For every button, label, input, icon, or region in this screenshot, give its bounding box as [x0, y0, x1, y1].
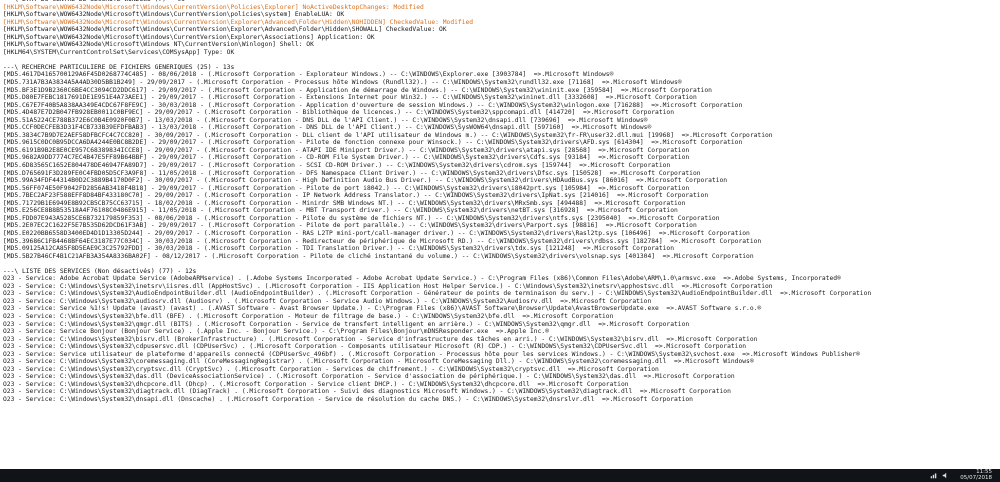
log-line: O23 - Service: Service %1!s! Update (ava…	[3, 305, 762, 313]
log-line: [MD5.D765691F3D289FE0C4FBD05D5CF3A9F8] -…	[3, 169, 701, 177]
log-line: [MD5.C67E7F40B5A838AA349E4CDC67F8FE9C] -…	[3, 101, 743, 109]
log-line: [MD5.E0220BB6558D3400ED4D1D13305D244] - …	[3, 229, 750, 237]
section-header: ---\ LISTE DES SERVICES (Non désactivés)…	[3, 267, 197, 275]
log-line: O23 - Service: C:\Windows\System32\inets…	[3, 282, 773, 290]
log-line: [MD5.D80E7FEBC1817691DE1E951E4A73AEE1] -…	[3, 94, 697, 102]
log-line: [HKLM\Software\WOW6432Node\Microsoft\Win…	[3, 3, 424, 11]
log-line: [MD5.BF3E1D9B2360C6BE4CC3094CD2DDC617] -…	[3, 86, 712, 94]
log-line: O23 - Service: C:\Windows\System32\audio…	[3, 297, 652, 305]
volume-icon[interactable]	[942, 472, 949, 479]
taskbar: 11:55 05/07/2018	[0, 469, 1000, 482]
log-line: [MD5.9615C0DC0B95DCCA6DA4244E0BC8B2DE] -…	[3, 139, 743, 147]
log-line: [HKLM64\SYSTEM\CurrentControlSet\Service…	[3, 48, 235, 56]
log-line: O23 - Service: C:\Windows\System32\Audio…	[3, 290, 872, 298]
log-line: [MD5.51A5224CE788B372E6C0B4E0920F0B7] - …	[3, 116, 648, 124]
log-line: [MD5.7BEC2AF23F588EFF8D84BF433180C70] - …	[3, 192, 709, 200]
log-line: [MD5.4617D4165700129A6F45D0268774C485] -…	[3, 71, 614, 79]
log-line: [MD5.2E07EC2C1622F5E7B535D62DCD61F3AB] -…	[3, 222, 697, 230]
section-header: ---\ RECHERCHE PARTICULIERE DE FICHIERS …	[3, 63, 235, 71]
log-line: O23 - Service: Adobe Acrobat Update Serv…	[3, 275, 841, 283]
log-line: O23 - Service: C:\Windows\System32\corem…	[3, 358, 754, 366]
network-icon[interactable]	[930, 472, 937, 479]
log-line: O23 - Service: C:\Windows\System32\dnsap…	[3, 395, 693, 403]
log-line: [HKLM\Software\WOW6432Node\Microsoft\Win…	[3, 18, 474, 26]
log-line: [HKLM\Software\WOW6432Node\Microsoft\Win…	[3, 11, 345, 19]
log-line: O23 - Service: C:\Windows\System32\cdpus…	[3, 343, 747, 351]
log-line: [HKLM\Software\WOW6432Node\Microsoft\Win…	[3, 26, 447, 34]
log-line: O23 - Service: C:\Windows\System32\qmgr.…	[3, 320, 690, 328]
log-line: [MD5.5B27B46CF4B1C21AFB3A354A8336BA02F] …	[3, 252, 754, 260]
log-line: O23 - Service: Service Bonjour (Bonjour …	[3, 328, 549, 336]
log-line: [MD5.09125A12CA85F8D5EAE9C3C25792FDD] - …	[3, 245, 675, 253]
taskbar-clock[interactable]: 11:55 05/07/2018	[960, 469, 992, 481]
log-line: O23 - Service: C:\Windows\System32\das.d…	[3, 373, 735, 381]
log-line: [MD5.6D83565C1652E804478DE46947FA89D7] -…	[3, 162, 671, 170]
log-line: [MD5.E256CE8B8B53518A4F76108C0486E915] -…	[3, 207, 678, 215]
log-line: O23 - Service: C:\Windows\System32\bfe.d…	[3, 312, 614, 320]
log-line: O23 - Service: C:\Windows\System32\dhcpc…	[3, 380, 629, 388]
clock-date: 05/07/2018	[960, 475, 992, 481]
log-line: [MD5.39686C1FB4468BF64EC3187E77C034C] - …	[3, 237, 762, 245]
log-line: [MD5.71729B1E6949E8B92CB5CB75CC63715] - …	[3, 199, 686, 207]
log-line: [MD5.6191B9B2E8E0CE957C68389834ICCE8] - …	[3, 146, 690, 154]
log-line: O23 - Service: Service utilisateur de pl…	[3, 350, 860, 358]
log-line: O23 - Service: C:\Windows\System32\bisrv…	[3, 335, 758, 343]
log-line: [MD5.4D487E7D2B047FB928EB0011C0BF9EC] - …	[3, 109, 675, 117]
log-line: [MD5.56FF074E50F9042FD2856AB3418F4B18] -…	[3, 184, 690, 192]
log-line: [HKLM\Software\WOW6432Node\Microsoft\Win…	[3, 33, 375, 41]
log-line: [MD5.3834C7B9D7E2AEF58DFBCFC4C7CC820] - …	[3, 131, 773, 139]
log-line: [MD5.731A7B3A3834A5A4AD30D5BB1B249] - 29…	[3, 79, 682, 87]
log-line: [MD5.9682A9DD7774C7EC4B47E5FF89B64BBF] -…	[3, 154, 690, 162]
report-text-area: ---\ ETAT DU CENTRE DE SECURITE WINDOWS …	[3, 0, 997, 404]
log-line: [MD5.FDD07E943A5285CE6B732179859F353] - …	[3, 214, 720, 222]
log-line: [HKLM\Software\WOW6432Node\Microsoft\Win…	[3, 41, 314, 49]
log-line: [MD5.99A34FDF44314B0D2C3889B4170D0F2] - …	[3, 177, 728, 185]
log-line: O23 - Service: C:\Windows\System32\crypt…	[3, 365, 659, 373]
log-line: O23 - Service: C:\Windows\System32\diagt…	[3, 388, 731, 396]
log-line: [MD5.CCF0DECFEB3D31F4CB733B39EFDFBAB3] -…	[3, 124, 652, 132]
